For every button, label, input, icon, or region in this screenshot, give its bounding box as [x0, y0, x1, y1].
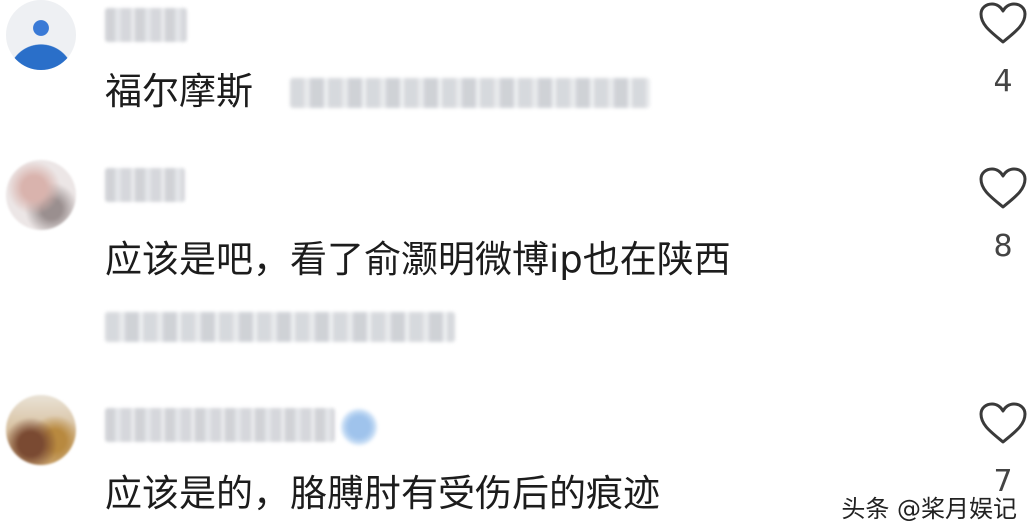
comment-text: 福尔摩斯	[105, 70, 253, 113]
comment-meta-blurred	[105, 312, 455, 342]
comment-text: 应该是吧，看了俞灏明微博ip也在陕西	[105, 238, 731, 281]
username-blurred[interactable]	[105, 408, 335, 442]
like-count: 8	[993, 229, 1013, 264]
username-blurred[interactable]	[105, 8, 187, 42]
watermark: 头条 @桨月娱记	[841, 495, 1017, 523]
comment-text: 应该是的，胳膊肘有受伤后的痕迹	[105, 472, 660, 515]
like-button[interactable]: 8	[973, 165, 1031, 264]
like-button[interactable]: 4	[973, 0, 1031, 99]
like-count: 4	[993, 64, 1013, 99]
heart-outline-icon	[979, 167, 1027, 209]
avatar[interactable]	[6, 0, 76, 70]
avatar[interactable]	[6, 160, 76, 230]
verified-badge-icon	[340, 408, 378, 446]
heart-outline-icon	[979, 402, 1027, 444]
like-button[interactable]: 7	[973, 400, 1031, 499]
avatar[interactable]	[6, 395, 76, 465]
comment-meta-blurred	[290, 78, 650, 108]
heart-outline-icon	[979, 2, 1027, 44]
username-blurred[interactable]	[105, 168, 185, 202]
